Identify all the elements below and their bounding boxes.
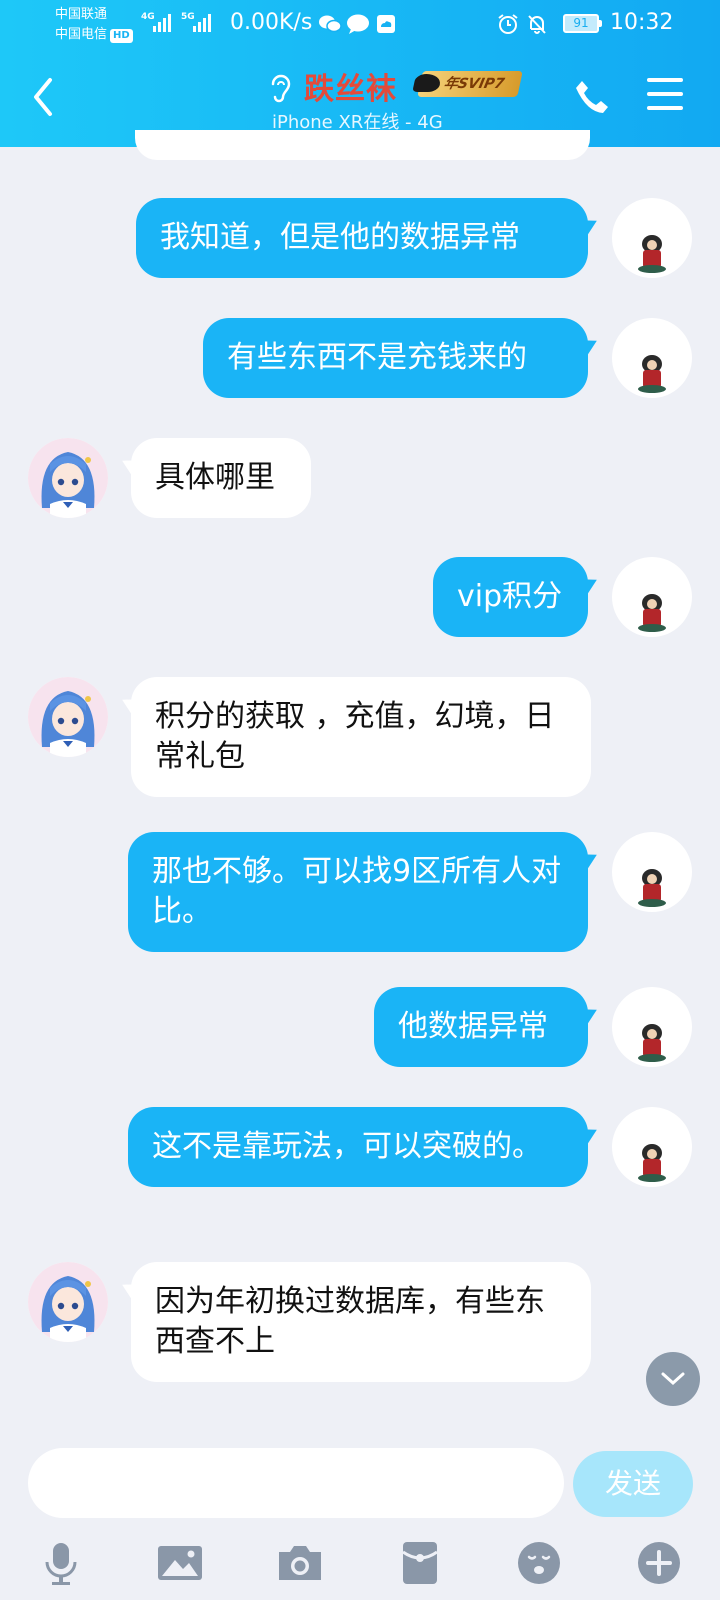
contact-avatar[interactable] [28, 438, 108, 518]
back-button[interactable] [28, 76, 64, 118]
red-packet-icon[interactable] [395, 1538, 445, 1588]
previous-bubble-fragment [135, 130, 590, 160]
my-avatar[interactable] [612, 832, 692, 912]
svip-badge: 年SVIP7 [412, 71, 523, 97]
network-speed: 0.00K/s [230, 10, 313, 35]
my-avatar[interactable] [612, 318, 692, 398]
wechat-icon [318, 13, 342, 35]
outgoing-message-bubble[interactable]: 这不是靠玩法，可以突破的。 [128, 1107, 588, 1187]
outgoing-message-bubble[interactable]: 我知道，但是他的数据异常 [136, 198, 588, 278]
menu-button[interactable] [647, 78, 683, 114]
incoming-message-bubble[interactable]: 具体哪里 [131, 438, 311, 518]
crown-icon [412, 74, 443, 92]
incoming-message-bubble[interactable]: 因为年初换过数据库，有些东西查不上 [131, 1262, 591, 1382]
emoji-icon[interactable] [514, 1538, 564, 1588]
contact-avatar[interactable] [28, 1262, 108, 1342]
hd-badge: HD [110, 29, 133, 43]
my-avatar[interactable] [612, 198, 692, 278]
input-toolbar [0, 1530, 720, 1600]
chat-header: 中国联通 中国电信 HD 4G 5G 0.00K/s 91 10:32 跌丝袜 年… [0, 0, 720, 147]
carrier-2: 中国电信 [55, 27, 108, 42]
my-avatar[interactable] [612, 987, 692, 1067]
outgoing-message-bubble[interactable]: 那也不够。可以找9区所有人对比。 [128, 832, 588, 952]
carrier-1: 中国联通 [55, 7, 108, 22]
call-button[interactable] [573, 78, 611, 116]
outgoing-message-bubble[interactable]: 有些东西不是充钱来的 [203, 318, 588, 398]
cloud-icon [374, 13, 398, 35]
my-avatar[interactable] [612, 557, 692, 637]
status-bar: 中国联通 中国电信 HD 4G 5G 0.00K/s 91 10:32 [0, 0, 720, 50]
plus-icon[interactable] [634, 1538, 684, 1588]
ear-icon[interactable] [267, 72, 293, 106]
send-button[interactable]: 发送 [573, 1451, 693, 1517]
image-icon[interactable] [155, 1538, 205, 1588]
carrier-info: 中国联通 中国电信 HD [55, 5, 133, 45]
my-avatar[interactable] [612, 1107, 692, 1187]
scroll-to-bottom-button[interactable] [646, 1352, 700, 1406]
svip-label: 年SVIP7 [442, 76, 506, 92]
incoming-message-bubble[interactable]: 积分的获取 ，充值，幻境，日常礼包 [131, 677, 591, 797]
chevron-down-icon [661, 1372, 685, 1386]
outgoing-message-bubble[interactable]: 他数据异常 [374, 987, 588, 1067]
alarm-icon [496, 13, 520, 35]
battery-indicator: 91 [563, 14, 602, 33]
phone-icon [576, 81, 608, 113]
message-input[interactable] [28, 1448, 564, 1518]
outgoing-message-bubble[interactable]: vip积分 [433, 557, 588, 637]
signal-bars-1-icon [153, 14, 171, 32]
back-arrow-icon [34, 78, 52, 116]
signal-bars-2-icon [193, 14, 211, 32]
contact-nickname[interactable]: 跌丝袜 [304, 64, 397, 108]
mute-icon [525, 13, 549, 35]
chat-bubble-icon [346, 13, 370, 35]
camera-icon[interactable] [275, 1538, 325, 1588]
clock: 10:32 [610, 10, 674, 35]
microphone-icon[interactable] [36, 1538, 86, 1588]
contact-avatar[interactable] [28, 677, 108, 757]
